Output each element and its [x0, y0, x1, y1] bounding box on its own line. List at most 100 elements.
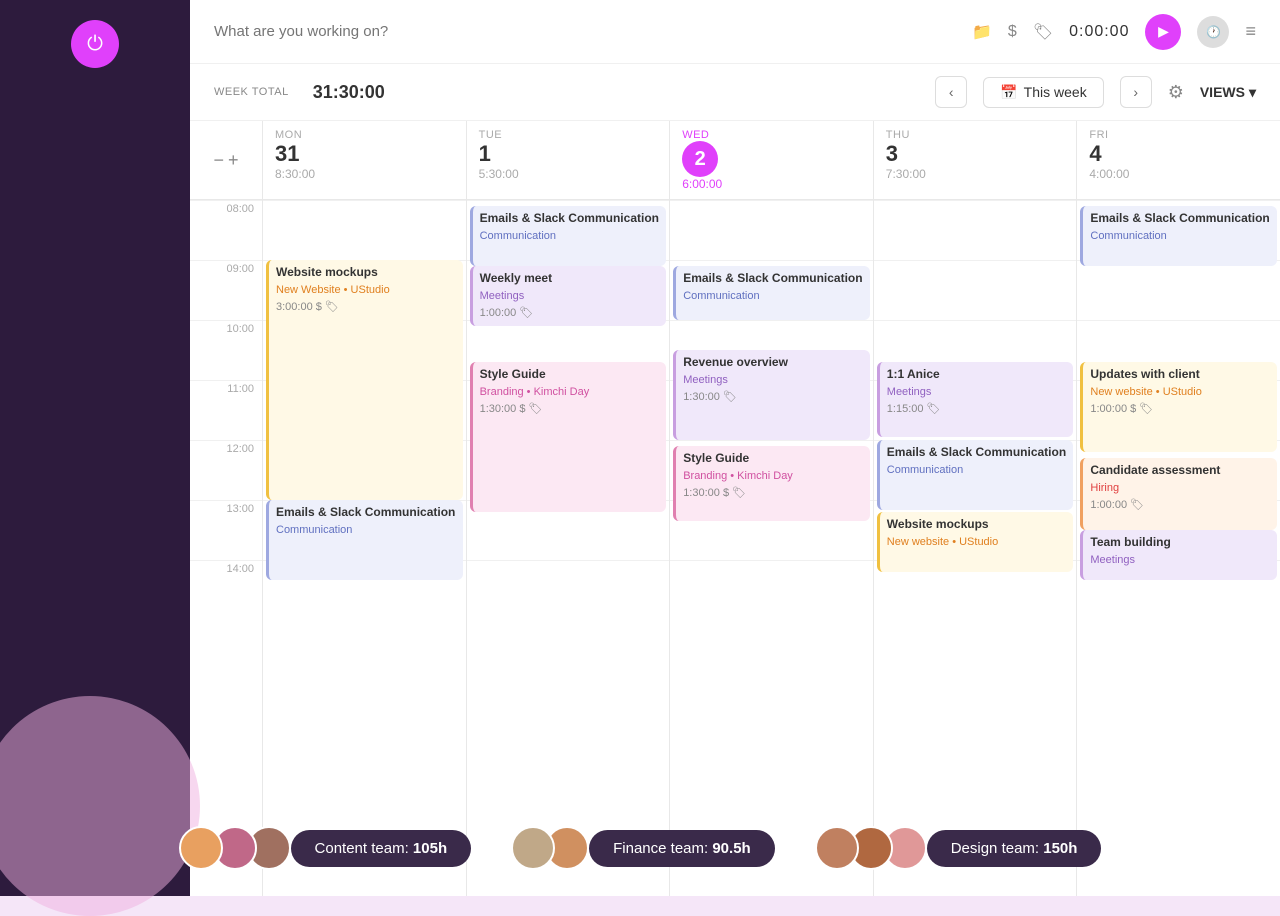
calendar-event[interactable]: Style GuideBranding • Kimchi Day1:30:00 … [673, 446, 870, 521]
event-subtitle: New Website • UStudio [276, 283, 456, 297]
hour-line [670, 560, 873, 561]
calendar-event[interactable]: Emails & Slack CommunicationCommunicatio… [877, 440, 1074, 510]
calendar-header: WEEK TOTAL 31:30:00 ‹ 📅 This week › ⚙ VI… [190, 64, 1280, 121]
hour-line [1077, 200, 1280, 201]
dollar-icon[interactable]: $ [1008, 23, 1017, 41]
day-header-row: − + MON 31 8:30:00 TUE 1 5:30:00 WED 2 6… [190, 121, 1280, 200]
event-subtitle: Communication [683, 289, 863, 303]
event-subtitle: Hiring [1090, 481, 1270, 495]
team-avatars [511, 826, 589, 870]
prev-week-button[interactable]: ‹ [935, 76, 967, 108]
event-subtitle: Branding • Kimchi Day [480, 385, 660, 399]
event-title: Team building [1090, 535, 1270, 551]
calendar-event[interactable]: Revenue overview Meetings 1:30:00 🏷 [673, 350, 870, 440]
time-label: 14:00 [190, 560, 262, 620]
hour-line [670, 440, 873, 441]
hour-line [670, 260, 873, 261]
day-header-tue: TUE 1 5:30:00 [466, 121, 670, 199]
avatar [815, 826, 859, 870]
week-total-label: WEEK TOTAL [214, 86, 289, 98]
hour-line [874, 200, 1077, 201]
hamburger-icon[interactable]: ≡ [1245, 21, 1256, 42]
calendar-event[interactable]: Emails & Slack Communication Communicatio… [673, 266, 870, 320]
calendar-grid: 08:0009:0010:0011:0012:0013:0014:00 Webs… [190, 200, 1280, 896]
event-time: 1:00:00 $ 🏷 [1090, 402, 1270, 415]
event-title: 1:1 Anice [887, 367, 1067, 383]
user-avatar[interactable]: 🕐 [1197, 16, 1229, 48]
event-subtitle: Meetings [1090, 553, 1270, 567]
time-label: 10:00 [190, 320, 262, 380]
event-title: Revenue overview [683, 355, 863, 371]
time-column: 08:0009:0010:0011:0012:0013:0014:00 [190, 200, 262, 896]
calendar-event[interactable]: Style GuideBranding • Kimchi Day1:30:00 … [470, 362, 667, 512]
hour-line [874, 260, 1077, 261]
event-subtitle: Branding • Kimchi Day [683, 469, 863, 483]
views-button[interactable]: VIEWS ▾ [1200, 84, 1256, 101]
time-label: 13:00 [190, 500, 262, 560]
calendar-event[interactable]: Emails & Slack CommunicationCommunicatio… [470, 206, 667, 266]
calendar-icon: 📅 [1000, 84, 1017, 101]
event-time: 1:30:00 🏷 [683, 390, 863, 403]
event-meta: 3:00:00 $ 🏷 [276, 300, 456, 313]
calendar-event[interactable]: Weekly meetMeetings1:00:00 🏷 [470, 266, 667, 326]
time-label: 11:00 [190, 380, 262, 440]
event-time: 1:30:00 $ 🏷 [683, 486, 863, 499]
tag-icon[interactable]: 🏷 [1033, 22, 1053, 42]
team-card: Finance team: 90.5h [511, 826, 775, 870]
event-time: 1:00:00 🏷 [480, 306, 660, 319]
day-col-tue: Emails & Slack CommunicationCommunicatio… [466, 200, 670, 896]
event-title: Website mockups [276, 265, 456, 281]
event-subtitle: New website • UStudio [887, 535, 1067, 549]
settings-icon[interactable]: ⚙ [1168, 82, 1184, 103]
time-label: 09:00 [190, 260, 262, 320]
avatar [511, 826, 555, 870]
next-week-button[interactable]: › [1120, 76, 1152, 108]
play-button[interactable]: ▶ [1145, 14, 1181, 50]
day-columns: Website mockups New Website • UStudio 3:00… [262, 200, 1280, 896]
day-col-mon: Website mockups New Website • UStudio 3:00… [262, 200, 466, 896]
day-header-mon: MON 31 8:30:00 [262, 121, 466, 199]
event-title: Candidate assessment [1090, 463, 1270, 479]
hour-line [670, 200, 873, 201]
team-card: Design team: 150h [815, 826, 1102, 870]
event-title: Emails & Slack Communication [276, 505, 456, 521]
search-input[interactable] [214, 23, 960, 40]
event-subtitle: Communication [276, 523, 456, 537]
calendar-event[interactable]: 1:1 Anice Meetings 1:15:00 🏷 [877, 362, 1074, 437]
main-content: 📁 $ 🏷 0:00:00 ▶ 🕐 ≡ WEEK TOTAL 31:30:00 … [190, 0, 1280, 896]
zoom-out-button[interactable]: − [213, 150, 224, 171]
event-subtitle: Meetings [683, 373, 863, 387]
calendar-event[interactable]: Website mockups New Website • UStudio 3:00… [266, 260, 463, 500]
event-title: Weekly meet [480, 271, 660, 287]
calendar-event[interactable]: Candidate assessmentHiring1:00:00 🏷 [1080, 458, 1277, 530]
this-week-label: This week [1024, 84, 1087, 100]
event-title: Emails & Slack Communication [1090, 211, 1270, 227]
timer-display: 0:00:00 [1069, 23, 1129, 41]
calendar-event[interactable]: Updates with clientNew website • UStudio… [1080, 362, 1277, 452]
calendar-event[interactable]: Website mockupsNew website • UStudio [877, 512, 1074, 572]
zoom-in-button[interactable]: + [228, 150, 239, 171]
calendar-event[interactable]: Emails & Slack Communication Communicatio… [266, 500, 463, 580]
hour-line [467, 560, 670, 561]
day-col-fri: Emails & Slack CommunicationCommunicatio… [1076, 200, 1280, 896]
event-meta: 1:30:00 $ 🏷 [480, 402, 660, 415]
folder-icon[interactable]: 📁 [972, 22, 992, 42]
hour-line [874, 320, 1077, 321]
this-week-button[interactable]: 📅 This week [983, 77, 1103, 108]
calendar-event[interactable]: Team building Meetings [1080, 530, 1277, 580]
time-label: 12:00 [190, 440, 262, 500]
calendar-event[interactable]: Emails & Slack CommunicationCommunicatio… [1080, 206, 1277, 266]
day-headers: MON 31 8:30:00 TUE 1 5:30:00 WED 2 6:00:… [262, 121, 1280, 199]
logo-icon[interactable]: ⏻ [71, 20, 119, 68]
event-time: 1:15:00 🏷 [887, 402, 1067, 415]
avatar [179, 826, 223, 870]
hour-line [1077, 320, 1280, 321]
event-subtitle: Meetings [887, 385, 1067, 399]
day-col-thu: 1:1 Anice Meetings 1:15:00 🏷 Emails & Slack… [873, 200, 1077, 896]
topbar: 📁 $ 🏷 0:00:00 ▶ 🕐 ≡ [190, 0, 1280, 64]
day-header-thu: THU 3 7:30:00 [873, 121, 1077, 199]
views-label: VIEWS [1200, 84, 1245, 100]
event-title: Emails & Slack Communication [683, 271, 863, 287]
topbar-right: 📁 $ 🏷 0:00:00 ▶ 🕐 ≡ [972, 14, 1256, 50]
hour-line [670, 320, 873, 321]
